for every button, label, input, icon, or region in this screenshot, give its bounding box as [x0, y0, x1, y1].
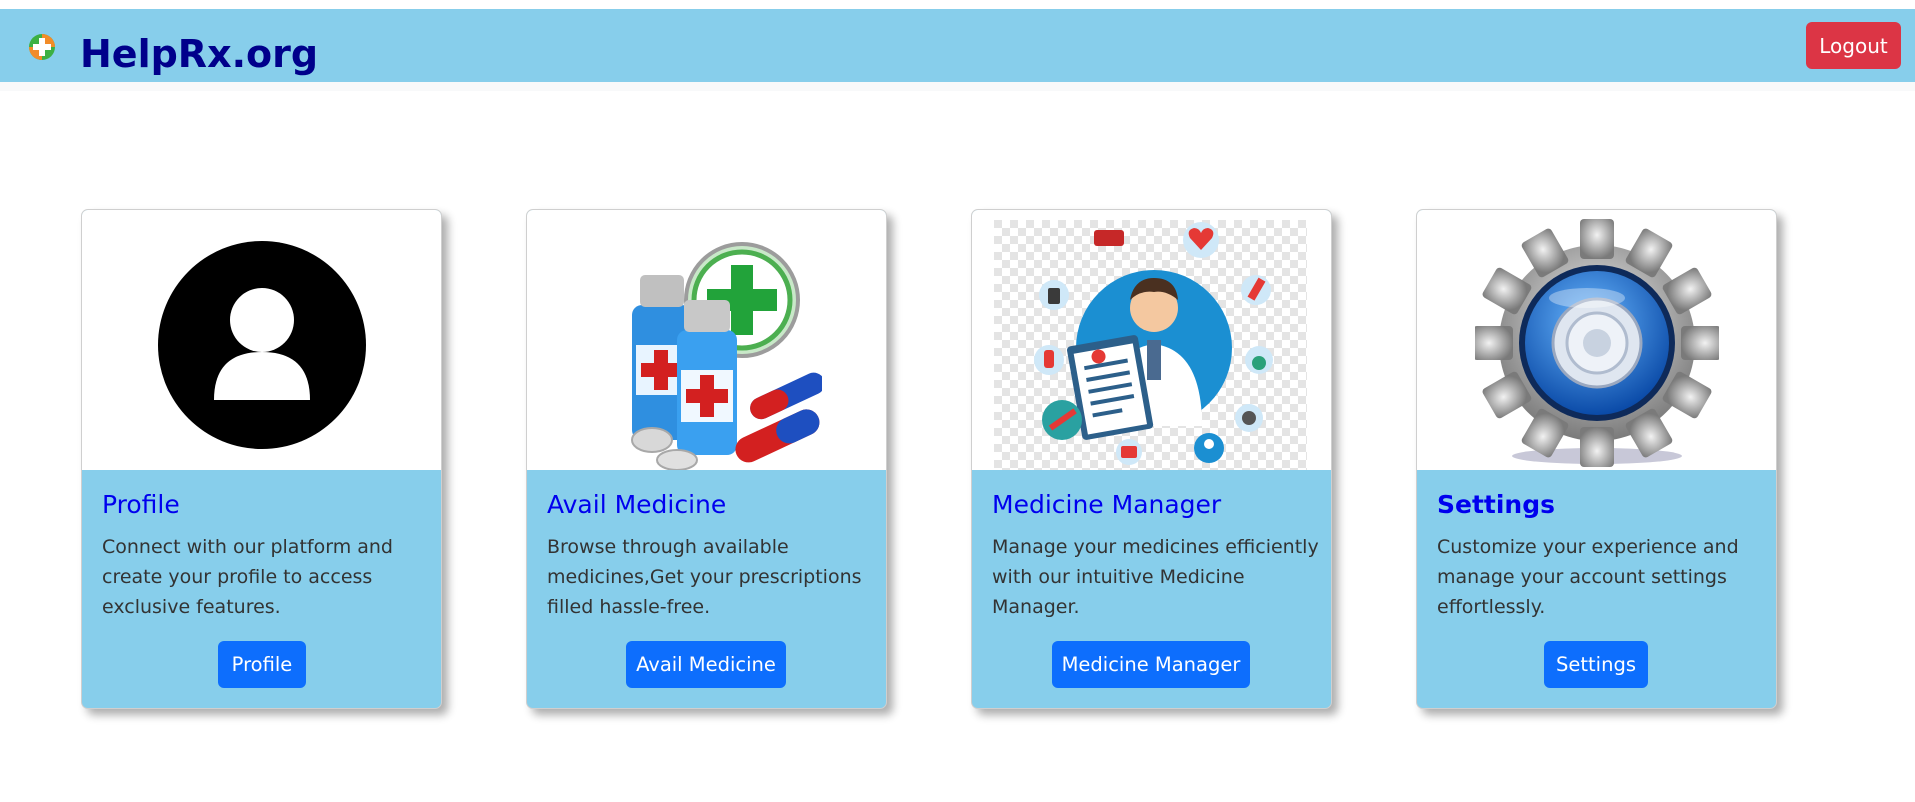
avail-medicine-card: Avail Medicine Browse through available … — [526, 209, 887, 709]
profile-card: Profile Connect with our platform and cr… — [81, 209, 442, 709]
profile-button[interactable]: Profile — [218, 641, 306, 688]
avail-medicine-card-title: Avail Medicine — [547, 490, 727, 519]
user-profile-icon — [158, 241, 366, 449]
settings-card-title: Settings — [1437, 490, 1556, 519]
settings-card-description: Customize your experience and manage you… — [1437, 536, 1739, 618]
plus-logo-icon — [29, 34, 55, 60]
medicine-bottles-icon — [631, 242, 822, 470]
top-strip — [0, 0, 1915, 9]
medicine-manager-card-image — [972, 210, 1331, 470]
profile-card-description: Connect with our platform and create you… — [102, 536, 393, 618]
settings-card: Settings Customize your experience and m… — [1416, 209, 1777, 709]
brand-name[interactable]: HelpRx.org — [80, 19, 318, 89]
logout-button[interactable]: Logout — [1806, 22, 1901, 69]
settings-button[interactable]: Settings — [1544, 641, 1648, 688]
navbar: HelpRx.org — [0, 9, 1915, 82]
avail-medicine-card-image — [527, 210, 886, 470]
avail-medicine-button[interactable]: Avail Medicine — [626, 641, 786, 688]
medicine-manager-card: Medicine Manager Manage your medicines e… — [971, 209, 1332, 709]
medicine-manager-card-description: Manage your medicines efficiently with o… — [992, 536, 1319, 618]
avail-medicine-card-description: Browse through available medicines,Get y… — [547, 536, 862, 618]
medicine-manager-button[interactable]: Medicine Manager — [1052, 641, 1250, 688]
settings-card-image — [1417, 210, 1776, 470]
medicine-manager-card-title: Medicine Manager — [992, 490, 1222, 519]
navbar-shadow — [0, 82, 1915, 91]
profile-card-image — [82, 210, 441, 470]
profile-card-title: Profile — [102, 490, 180, 519]
doctor-clipboard-icon — [994, 220, 1307, 470]
settings-gear-icon — [1475, 219, 1719, 467]
